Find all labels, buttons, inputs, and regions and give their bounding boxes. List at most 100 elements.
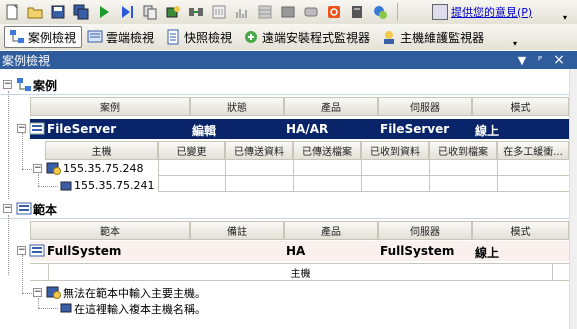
scenario-group-icon [17, 78, 31, 91]
collapse-template-host-toggle[interactable]: − [33, 288, 42, 297]
tab-label: 主機維護監視器 [400, 30, 485, 45]
tree-line [22, 133, 23, 169]
replica-host-icon [60, 303, 72, 313]
scenario-mode: 線上 [475, 124, 500, 138]
run-icon[interactable] [94, 3, 114, 21]
panel-menu-dropdown-icon[interactable]: ▼ [515, 52, 529, 68]
collapse-host-toggle[interactable]: − [33, 164, 42, 173]
template-product: HA [286, 244, 306, 258]
tab-label: 案例檢視 [28, 30, 77, 45]
tree-line [38, 174, 39, 186]
collapse-templates-toggle[interactable]: − [3, 204, 12, 213]
tree-line [38, 186, 58, 187]
feedback-label: 提供您的意見(P) [451, 5, 533, 19]
panel-pin-icon[interactable]: ᴾ [533, 52, 547, 68]
tab-host-maintenance[interactable]: 主機維護監視器 [376, 26, 490, 48]
tree-line [38, 308, 58, 309]
col-header-host[interactable]: 主機 [48, 264, 553, 280]
col-header-server[interactable]: 伺服器 [378, 221, 472, 240]
col-header-status[interactable]: 狀態 [190, 97, 284, 116]
master-host-placeholder[interactable]: 無法在範本中輸入主要主機。 [63, 285, 206, 301]
col-header-spool[interactable]: 在多工緩衝... [497, 141, 569, 160]
tape-icon[interactable] [301, 3, 321, 21]
scenarios-group-label: 案例 [33, 79, 58, 93]
disk-icon[interactable] [278, 3, 298, 21]
col-header-scenario[interactable]: 案例 [30, 97, 190, 116]
template-row[interactable]: FullSystem HA FullSystem 線上 [29, 241, 569, 261]
feedback-link[interactable]: 提供您的意見(P) [432, 2, 532, 21]
save-icon[interactable] [48, 3, 68, 21]
tree-line [22, 255, 23, 293]
col-header-remark[interactable]: 備註 [190, 221, 284, 240]
tab-scenario-view[interactable]: 案例檢視 [4, 26, 83, 48]
step-icon[interactable] [117, 3, 137, 21]
col-header-changed[interactable]: 已變更 [158, 141, 225, 160]
grid-icon[interactable] [255, 3, 275, 21]
template-icon [29, 244, 45, 257]
template-server: FullSystem [380, 244, 455, 258]
scenario-product: HA/AR [286, 122, 329, 136]
sync-icon[interactable] [186, 3, 206, 21]
tab-label: 快照檢視 [184, 30, 233, 45]
open-icon[interactable] [25, 3, 45, 21]
col-header-product[interactable]: 產品 [284, 221, 378, 240]
tree-line [8, 215, 9, 275]
col-header-data-received[interactable]: 已收到資料 [361, 141, 429, 160]
feedback-icon [432, 3, 448, 20]
group-divider [0, 218, 569, 219]
col-header-files-sent[interactable]: 已傳送檔案 [293, 141, 361, 160]
col-header-files-received[interactable]: 已收到檔案 [429, 141, 497, 160]
tab-cloud-view[interactable]: 雲端檢視 [82, 26, 160, 48]
tree-line [38, 298, 39, 308]
scenario-status: 編輯 [192, 124, 217, 138]
tree-line [22, 169, 32, 170]
save-all-icon[interactable] [71, 3, 91, 21]
tab-remote-installer[interactable]: 遠端安裝程式監視器 [238, 26, 376, 48]
scenario-row[interactable]: FileServer 編輯 HA/AR FileServer 線上 [29, 119, 569, 139]
col-header-host[interactable]: 主機 [45, 141, 158, 160]
panel-titlebar: 案例檢視 [0, 51, 577, 69]
host-metrics-row [158, 176, 570, 192]
template-group-icon [16, 202, 32, 215]
scenario-view-icon [10, 30, 24, 43]
vertical-scrollbar[interactable] [569, 69, 577, 329]
scenario-tree: − 案例 案例 狀態 產品 伺服器 模式 − FileServer 編輯 HA/… [0, 69, 577, 329]
panel-close-icon[interactable]: × [552, 52, 566, 68]
tabs-overflow-button[interactable]: ▾ [510, 28, 520, 48]
template-name: FullSystem [47, 244, 122, 258]
col-header-server[interactable]: 伺服器 [378, 97, 472, 116]
remote-installer-icon [245, 31, 258, 43]
collapse-scenario-toggle[interactable]: − [17, 124, 26, 133]
col-header-mode[interactable]: 模式 [472, 221, 569, 240]
chat-icon[interactable] [370, 3, 390, 21]
col-header-mode[interactable]: 模式 [472, 97, 569, 116]
host-config-icon[interactable] [163, 3, 183, 21]
stop-icon[interactable] [324, 3, 344, 21]
col-header-data-sent[interactable]: 已傳送資料 [225, 141, 293, 160]
col-header-template[interactable]: 範本 [30, 221, 190, 240]
col-header-product[interactable]: 產品 [284, 97, 378, 116]
scenario-name: FileServer [47, 122, 117, 136]
copy-host-icon[interactable] [140, 3, 160, 21]
replica-host-icon [60, 181, 72, 191]
new-icon[interactable] [2, 3, 22, 21]
scenario-server: FileServer [380, 122, 450, 136]
host-maintenance-icon [384, 31, 395, 44]
collapse-scenarios-toggle[interactable]: − [3, 80, 12, 89]
toolbar-overflow-button[interactable]: ▾ [560, 2, 570, 22]
tree-line [8, 91, 9, 199]
switch-icon[interactable] [209, 3, 229, 21]
host-name[interactable]: 155.35.75.248 [63, 162, 143, 175]
templates-group-label: 範本 [33, 203, 58, 217]
tree-line [22, 293, 32, 294]
node-icon[interactable] [347, 3, 367, 21]
chart-icon[interactable] [232, 3, 252, 21]
tab-snapshot-view[interactable]: 快照檢視 [160, 26, 238, 48]
master-host-icon [46, 286, 61, 299]
replica-host-placeholder[interactable]: 在這裡輸入複本主機名稱。 [74, 301, 206, 317]
collapse-template-toggle[interactable]: − [17, 246, 26, 255]
host-name[interactable]: 155.35.75.241 [74, 179, 154, 192]
template-host-header-row: 主機 [30, 263, 569, 281]
scenario-icon [29, 122, 45, 135]
snapshot-view-icon [167, 29, 179, 45]
